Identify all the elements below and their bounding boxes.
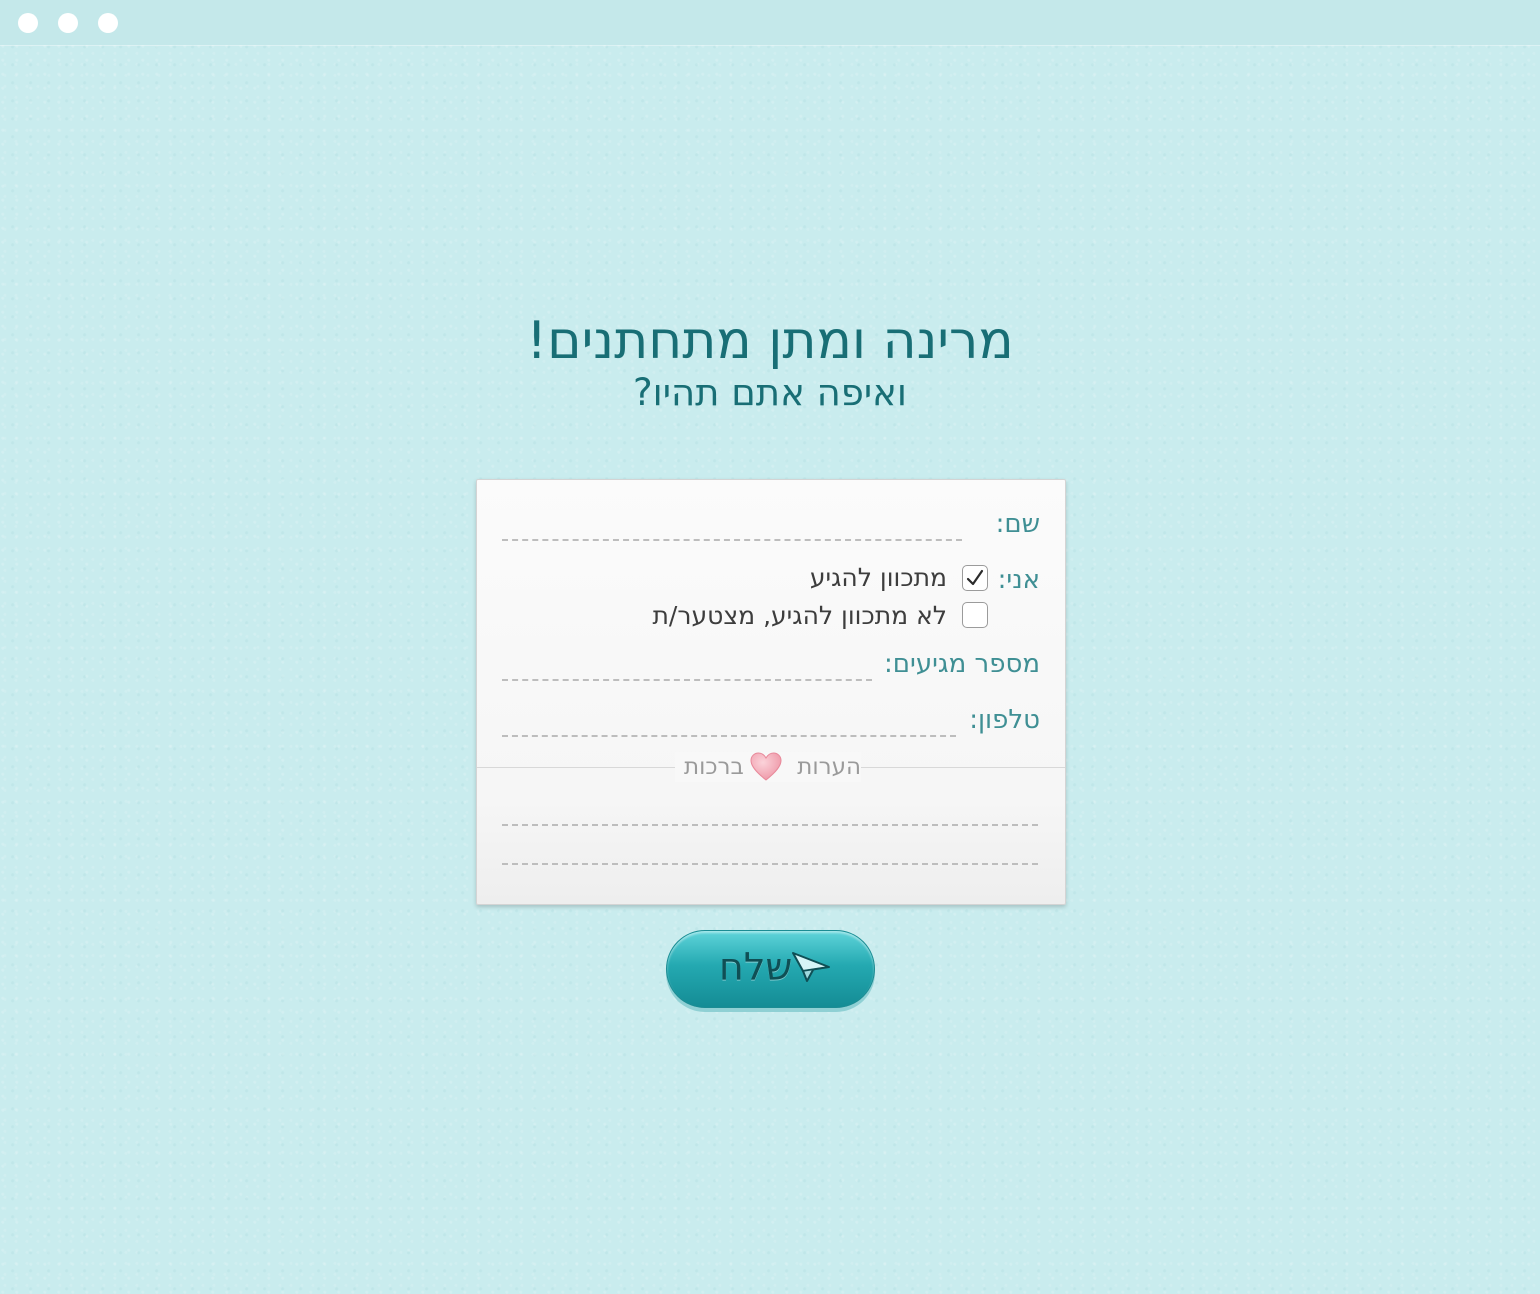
notes-title-right: הערות: [797, 754, 861, 780]
browser-window: מרינה ומתן מתחתנים! ואיפה אתם תהיו? שם: …: [0, 0, 1540, 1294]
send-button[interactable]: שלח: [666, 930, 875, 1008]
page-title: מרינה ומתן מתחתנים!: [526, 311, 1014, 371]
phone-label: טלפון:: [969, 705, 1040, 735]
heart-icon: [750, 752, 782, 786]
attending-option-label: מתכוון להגיע: [809, 563, 947, 592]
guests-count-label: מספר מגיעים:: [884, 649, 1040, 679]
window-minimize-button[interactable]: [58, 13, 78, 33]
phone-input[interactable]: [502, 735, 956, 737]
attending-checkbox[interactable]: [962, 565, 988, 591]
notes-line-1[interactable]: [502, 824, 1038, 826]
not-attending-checkbox[interactable]: [962, 602, 988, 628]
name-input[interactable]: [502, 539, 962, 541]
name-label: שם:: [995, 509, 1040, 539]
notes-line-2[interactable]: [502, 863, 1038, 865]
guests-count-input[interactable]: [502, 679, 872, 681]
attendance-label: אני:: [997, 565, 1040, 595]
paper-plane-icon: [791, 949, 831, 987]
window-titlebar: [0, 0, 1540, 45]
page-subtitle: ואיפה אתם תהיו?: [633, 371, 907, 414]
notes-title: הערות ברכות: [675, 752, 861, 782]
window-close-button[interactable]: [18, 13, 38, 33]
notes-title-left: ברכות: [684, 754, 744, 780]
rsvp-form-card: שם: אני: מתכוון להגיע לא מתכוון להגיע, מ…: [476, 479, 1066, 905]
checkmark-icon: [966, 569, 984, 586]
not-attending-option-label: לא מתכוון להגיע, מצטער/ת: [652, 601, 948, 630]
send-button-label: שלח: [719, 945, 793, 989]
window-maximize-button[interactable]: [98, 13, 118, 33]
